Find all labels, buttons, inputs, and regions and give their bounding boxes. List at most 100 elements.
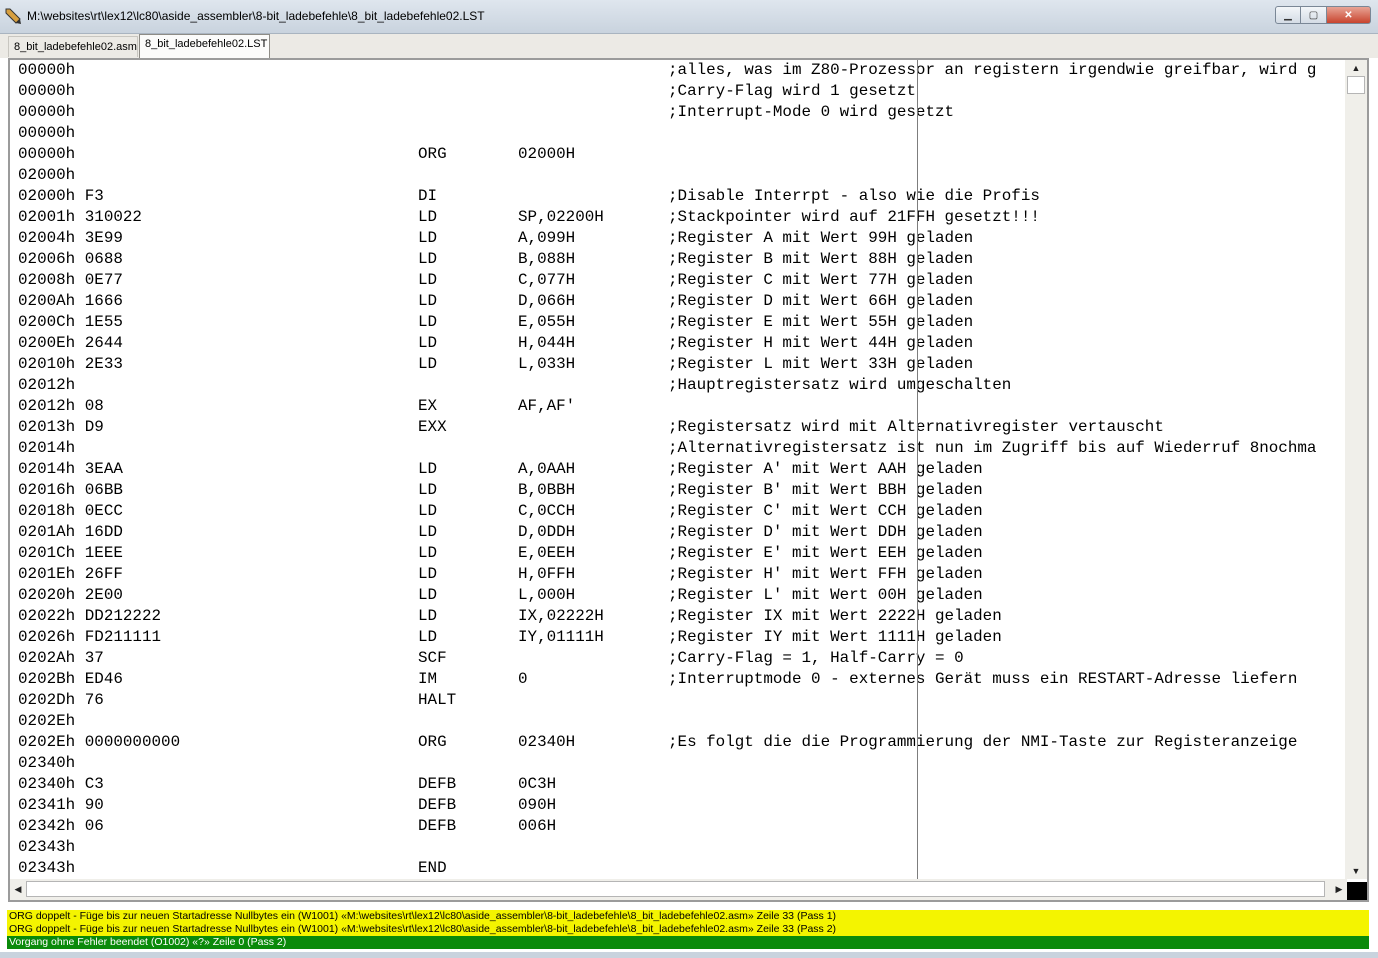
listing-mnemonic: LD	[418, 502, 438, 520]
listing-operand: IX,02222H	[518, 607, 604, 625]
maximize-icon: ▢	[1308, 9, 1319, 21]
listing-address: 02022h DD212222	[18, 607, 162, 625]
listing-mnemonic: EXX	[418, 418, 447, 436]
title-bar[interactable]: M:\websites\rt\lex12\lc80\aside_assemble…	[0, 0, 1378, 34]
listing-comment: ;Register B' mit Wert BBH geladen	[668, 481, 983, 499]
listing-comment: ;Register L mit Wert 33H geladen	[668, 355, 974, 373]
window-title: M:\websites\rt\lex12\lc80\aside_assemble…	[27, 9, 485, 23]
listing-operand: 0	[518, 670, 528, 688]
listing-operand: H,044H	[518, 334, 576, 352]
listing-address: 02013h D9	[18, 418, 104, 436]
minimize-button[interactable]: ▁	[1275, 6, 1301, 24]
listing-operand: A,099H	[518, 229, 576, 247]
listing-address: 02000h F3	[18, 187, 104, 205]
listing-address: 0201Ch 1EEE	[18, 544, 123, 562]
tab-lst-file[interactable]: 8_bit_ladebefehle02.LST	[139, 34, 270, 58]
listing-mnemonic: DEFB	[418, 796, 457, 814]
horizontal-scroll-thumb[interactable]	[26, 881, 1325, 897]
listing-comment: ;alles, was im Z80-Prozessor an register…	[668, 61, 1317, 79]
listing-comment: ;Disable Interrpt - also wie die Profis	[668, 187, 1040, 205]
listing-address: 00000h	[18, 124, 76, 142]
listing-operand: A,0AAH	[518, 460, 576, 478]
scroll-right-icon[interactable]: ▶	[1332, 882, 1346, 896]
listing-comment: ;Carry-Flag = 1, Half-Carry = 0	[668, 649, 964, 667]
listing-mnemonic: LD	[418, 460, 438, 478]
code-area[interactable]: 00000h ;alles, was im Z80-Prozessor an re…	[10, 60, 1345, 879]
listing-comment: ;Register IX mit Wert 2222H geladen	[668, 607, 1002, 625]
listing-comment: ;Hauptregistersatz wird umgeschalten	[668, 376, 1012, 394]
scroll-down-icon[interactable]: ▼	[1349, 864, 1363, 878]
listing-address: 0202Ah 37	[18, 649, 104, 667]
vertical-scroll-thumb[interactable]	[1347, 76, 1365, 94]
listing-operand: D,066H	[518, 292, 576, 310]
listing-comment: ;Register D' mit Wert DDH geladen	[668, 523, 983, 541]
listing-mnemonic: LD	[418, 481, 438, 499]
listing-address: 0201Eh 26FF	[18, 565, 123, 583]
maximize-button[interactable]: ▢	[1301, 6, 1327, 24]
listing-operand: E,055H	[518, 313, 576, 331]
listing-address: 0200Ah 1666	[18, 292, 123, 310]
pen-icon	[5, 8, 21, 24]
listing-comment: ;Interrupt-Mode 0 wird gesetzt	[668, 103, 955, 121]
listing-mnemonic: LD	[418, 607, 438, 625]
listing-operand: C,077H	[518, 271, 576, 289]
listing-address: 02340h	[18, 754, 76, 772]
listing-comment: ;Register H' mit Wert FFH geladen	[668, 565, 983, 583]
listing-operand: L,000H	[518, 586, 576, 604]
listing-mnemonic: LD	[418, 271, 438, 289]
listing-address: 02014h 3EAA	[18, 460, 123, 478]
window-bottom-edge	[0, 952, 1378, 958]
horizontal-scrollbar[interactable]: ◀ ▶	[10, 879, 1347, 900]
listing-address: 02340h C3	[18, 775, 104, 793]
listing-comment: ;Stackpointer wird auf 21FFH gesetzt!!!	[668, 208, 1040, 226]
listing-address: 00000h	[18, 61, 76, 79]
warning-message[interactable]: ORG doppelt - Füge bis zur neuen Startad…	[7, 923, 1369, 936]
listing-mnemonic: DI	[418, 187, 438, 205]
listing-operand: SP,02200H	[518, 208, 604, 226]
listing-editor[interactable]: 00000h ;alles, was im Z80-Prozessor an re…	[8, 58, 1369, 902]
message-panel: ORG doppelt - Füge bis zur neuen Startad…	[7, 910, 1369, 952]
listing-operand: E,0EEH	[518, 544, 576, 562]
listing-address: 02012h 08	[18, 397, 104, 415]
listing-operand: C,0CCH	[518, 502, 576, 520]
status-message[interactable]: Vorgang ohne Fehler beendet (O1002) «?» …	[7, 936, 1369, 949]
listing-comment: ;Register H mit Wert 44H geladen	[668, 334, 974, 352]
warning-message[interactable]: ORG doppelt - Füge bis zur neuen Startad…	[7, 910, 1369, 923]
listing-address: 02014h	[18, 439, 76, 457]
listing-comment: ;Carry-Flag wird 1 gesetzt	[668, 82, 916, 100]
listing-operand: H,0FFH	[518, 565, 576, 583]
listing-comment: ;Register L' mit Wert 00H geladen	[668, 586, 983, 604]
listing-comment: ;Register C' mit Wert CCH geladen	[668, 502, 983, 520]
close-button[interactable]: ✕	[1327, 6, 1371, 24]
listing-mnemonic: LD	[418, 229, 438, 247]
listing-address: 02006h 0688	[18, 250, 123, 268]
listing-address: 02004h 3E99	[18, 229, 123, 247]
vertical-scrollbar[interactable]: ▲ ▼	[1345, 60, 1367, 879]
listing-address: 02026h FD211111	[18, 628, 162, 646]
listing-address: 02016h 06BB	[18, 481, 123, 499]
listing-mnemonic: DEFB	[418, 775, 457, 793]
listing-mnemonic: LD	[418, 586, 438, 604]
listing-mnemonic: LD	[418, 292, 438, 310]
listing-mnemonic: DEFB	[418, 817, 457, 835]
listing-mnemonic: END	[418, 859, 447, 877]
listing-comment: ;Register E mit Wert 55H geladen	[668, 313, 974, 331]
listing-mnemonic: LD	[418, 628, 438, 646]
listing-address: 02018h 0ECC	[18, 502, 123, 520]
listing-comment: ;Register B mit Wert 88H geladen	[668, 250, 974, 268]
scroll-left-icon[interactable]: ◀	[11, 882, 25, 896]
listing-operand: 090H	[518, 796, 557, 814]
listing-comment: ;Register A mit Wert 99H geladen	[668, 229, 974, 247]
scroll-up-icon[interactable]: ▲	[1349, 61, 1363, 75]
listing-address: 02342h 06	[18, 817, 104, 835]
listing-operand: 02340H	[518, 733, 576, 751]
listing-comment: ;Register IY mit Wert 1111H geladen	[668, 628, 1002, 646]
listing-operand: IY,01111H	[518, 628, 604, 646]
listing-comment: ;Registersatz wird mit Alternativregiste…	[668, 418, 1164, 436]
listing-address: 0201Ah 16DD	[18, 523, 123, 541]
listing-address: 00000h	[18, 103, 76, 121]
listing-mnemonic: ORG	[418, 733, 447, 751]
listing-comment: ;Alternativregistersatz ist nun im Zugri…	[668, 439, 1317, 457]
tab-asm-file[interactable]: 8_bit_ladebefehle02.asm	[8, 36, 138, 57]
listing-address: 02000h	[18, 166, 76, 184]
